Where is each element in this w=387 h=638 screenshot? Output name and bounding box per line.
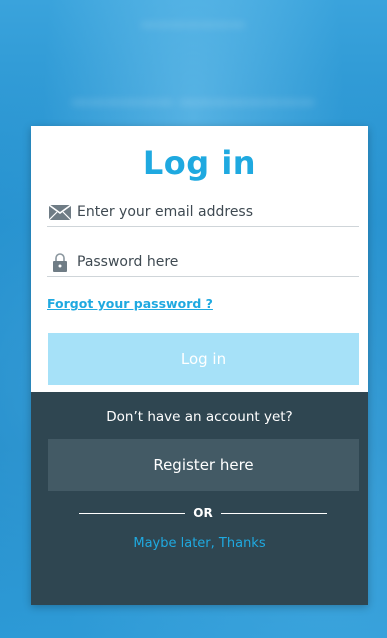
maybe-later-link[interactable]: Maybe later, Thanks bbox=[31, 536, 368, 551]
password-input[interactable] bbox=[77, 254, 347, 270]
password-field-row[interactable] bbox=[47, 248, 359, 277]
page-title: Log in bbox=[142, 144, 257, 182]
forgot-password-link[interactable]: Forgot your password ? bbox=[47, 296, 213, 311]
divider-line bbox=[79, 512, 186, 514]
blurred-background-shape: ▬▬▬▬▬▬ ▬▬▬▬▬▬▬▬ bbox=[71, 92, 316, 109]
no-account-text: Don’t have an account yet? bbox=[106, 409, 293, 425]
blurred-background-shape: ▬▬▬▬▬▬▬ bbox=[141, 14, 246, 30]
envelope-icon bbox=[47, 202, 73, 222]
divider-line bbox=[220, 512, 328, 514]
register-button[interactable]: Register here bbox=[48, 439, 359, 491]
login-form-panel: Log in Forgot your bbox=[31, 126, 368, 392]
login-button[interactable]: Log in bbox=[48, 333, 359, 385]
login-card: Log in Forgot your bbox=[31, 126, 368, 605]
or-text: OR bbox=[193, 506, 213, 520]
register-panel: Don’t have an account yet? Register here… bbox=[31, 392, 368, 605]
lock-icon bbox=[47, 252, 73, 272]
email-field-row[interactable] bbox=[47, 198, 359, 227]
email-input[interactable] bbox=[77, 204, 347, 220]
or-divider: OR bbox=[79, 504, 328, 522]
